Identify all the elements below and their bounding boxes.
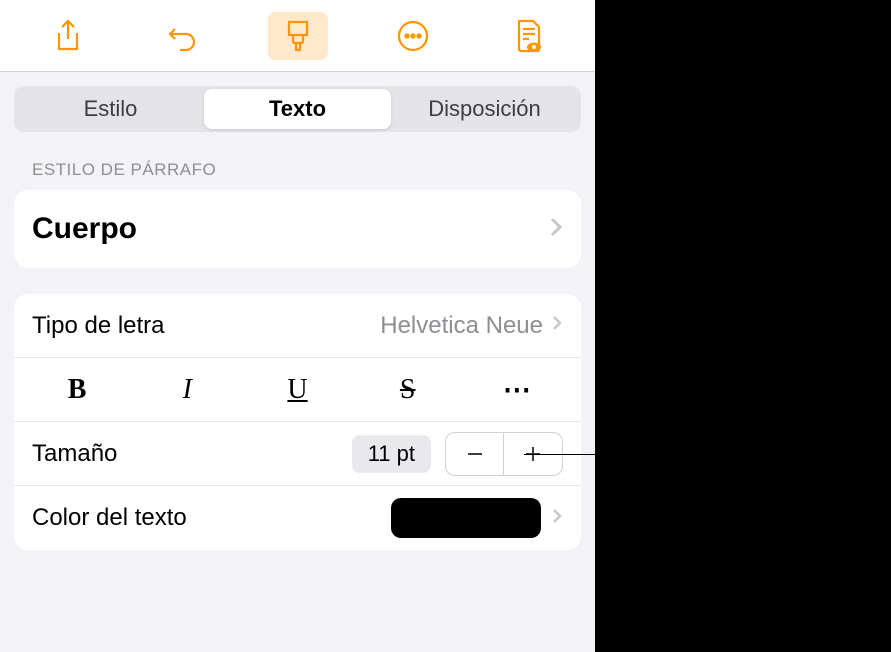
document-view-icon (513, 18, 543, 54)
brush-icon (283, 19, 313, 53)
paragraph-style-row[interactable]: Cuerpo (14, 190, 581, 268)
size-value[interactable]: 11 pt (352, 435, 431, 473)
paragraph-style-value: Cuerpo (32, 212, 549, 246)
underline-button[interactable]: U (242, 358, 352, 421)
chevron-right-icon (551, 507, 563, 530)
more-circle-icon (396, 19, 430, 53)
format-brush-button[interactable] (268, 12, 328, 60)
tab-segmented-control: Estilo Texto Disposición (14, 86, 581, 132)
tab-layout[interactable]: Disposición (391, 89, 578, 129)
bold-button[interactable]: B (22, 358, 132, 421)
size-row: Tamaño 11 pt (14, 422, 581, 486)
italic-button[interactable]: I (132, 358, 242, 421)
text-format-card: Tipo de letra Helvetica Neue B I U S ⋯ T… (14, 294, 581, 550)
more-button[interactable] (383, 12, 443, 60)
format-buttons-row: B I U S ⋯ (14, 358, 581, 422)
size-decrease-button[interactable] (446, 433, 504, 475)
size-label: Tamaño (32, 440, 352, 468)
text-color-label: Color del texto (32, 504, 391, 532)
minus-icon (465, 444, 485, 464)
paragraph-style-card: Cuerpo (14, 190, 581, 268)
format-panel: Estilo Texto Disposición ESTILO DE PÁRRA… (0, 0, 595, 652)
share-icon (54, 19, 82, 53)
color-swatch[interactable] (391, 498, 541, 538)
content-area: Estilo Texto Disposición ESTILO DE PÁRRA… (0, 72, 595, 564)
undo-icon (166, 19, 200, 53)
chevron-right-icon (551, 314, 563, 337)
tab-text[interactable]: Texto (204, 89, 391, 129)
strikethrough-button[interactable]: S (353, 358, 463, 421)
chevron-right-icon (549, 212, 563, 246)
document-view-button[interactable] (498, 12, 558, 60)
tab-style[interactable]: Estilo (17, 89, 204, 129)
undo-button[interactable] (153, 12, 213, 60)
font-label: Tipo de letra (32, 312, 380, 340)
toolbar (0, 0, 595, 72)
text-color-row[interactable]: Color del texto (14, 486, 581, 550)
callout-line (524, 454, 640, 455)
font-value: Helvetica Neue (380, 312, 543, 340)
more-format-button[interactable]: ⋯ (463, 358, 573, 421)
share-button[interactable] (38, 12, 98, 60)
font-row[interactable]: Tipo de letra Helvetica Neue (14, 294, 581, 358)
paragraph-style-header: ESTILO DE PÁRRAFO (32, 160, 581, 180)
